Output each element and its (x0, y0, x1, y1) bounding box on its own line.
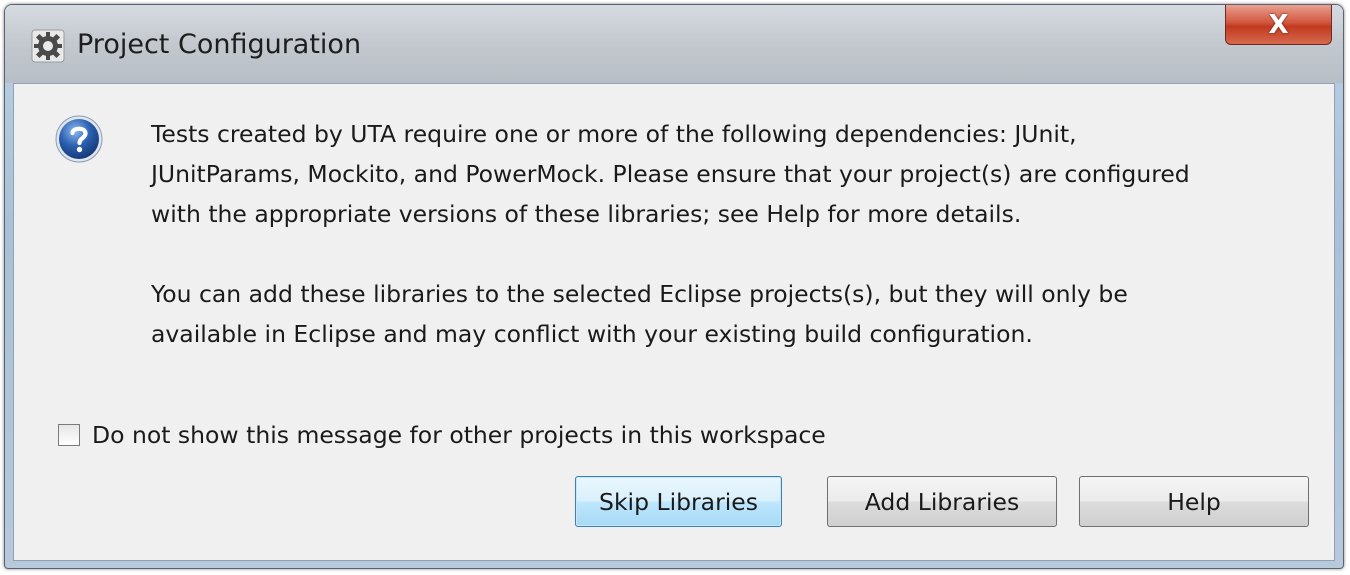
message-text: Tests created by UTA require one or more… (151, 114, 1311, 354)
dialog-window: Project Configuration X Tests created by… (4, 4, 1344, 569)
eclipse-gear-icon (31, 29, 65, 63)
message-paragraph-dependencies: Tests created by UTA require one or more… (151, 120, 1190, 228)
help-button[interactable]: Help (1079, 476, 1309, 527)
window-title: Project Configuration (77, 29, 362, 60)
title-bar[interactable]: Project Configuration X (5, 5, 1343, 83)
add-libraries-button[interactable]: Add Libraries (827, 476, 1057, 527)
question-icon (55, 115, 103, 163)
dialog-content: Tests created by UTA require one or more… (13, 83, 1335, 561)
do-not-show-checkbox-row[interactable]: Do not show this message for other proje… (58, 415, 826, 455)
close-icon: X (1268, 9, 1289, 40)
message-paragraph-add-libraries: You can add these libraries to the selec… (151, 280, 1128, 348)
skip-libraries-button[interactable]: Skip Libraries (575, 476, 782, 527)
do-not-show-checkbox[interactable] (58, 424, 80, 446)
do-not-show-checkbox-label[interactable]: Do not show this message for other proje… (92, 421, 826, 449)
close-button[interactable]: X (1225, 5, 1332, 45)
